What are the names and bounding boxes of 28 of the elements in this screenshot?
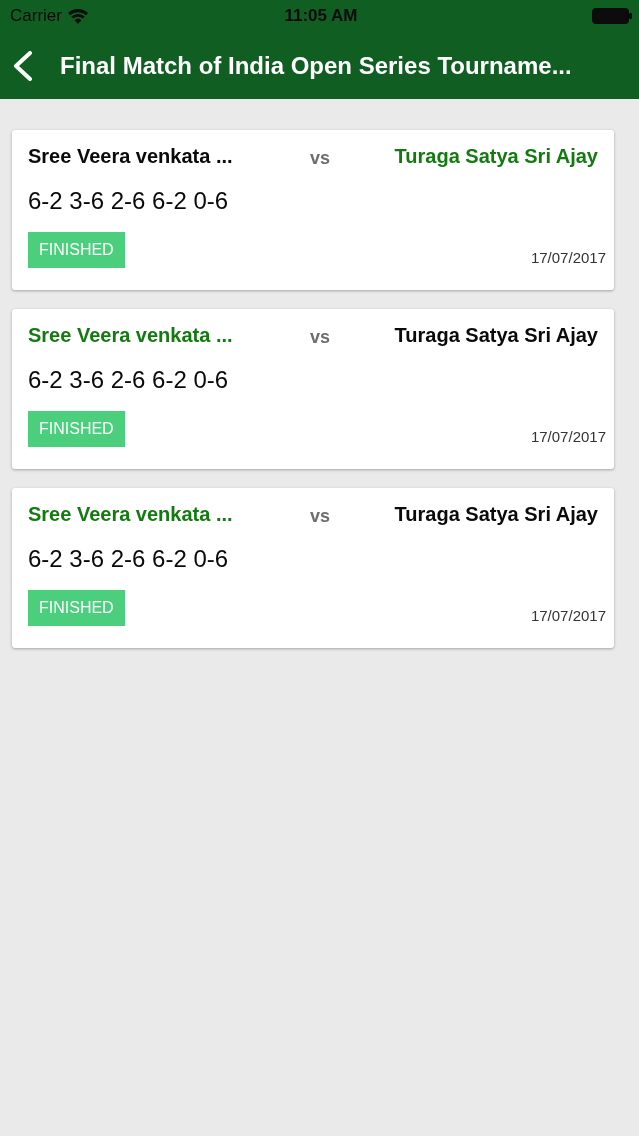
player-name: Sree Veera venkata ... [28, 323, 233, 347]
status-badge: FINISHED [28, 590, 125, 626]
match-date: 17/07/2017 [530, 607, 606, 624]
carrier-name: Carrier [10, 6, 62, 26]
player-name: Turaga Satya Sri Ajay [394, 323, 598, 347]
match-date: 17/07/2017 [530, 428, 606, 445]
match-score: 6-2 3-6 2-6 6-2 0-6 [28, 366, 229, 394]
match-score: 6-2 3-6 2-6 6-2 0-6 [28, 545, 229, 573]
player-name: Turaga Satya Sri Ajay [394, 144, 598, 168]
battery-icon [592, 8, 632, 24]
versus-label: vs [310, 147, 330, 169]
match-card[interactable]: Sree Veera venkata ... vs Turaga Satya Sri Ajay 6-2 3-6 2-6 6-2 0-6 FINISHED 17/07/2017 [12, 488, 614, 648]
player-name: Sree Veera venkata ... [28, 502, 233, 526]
page-title: Final Match of India Open Series Tourname... [60, 51, 572, 80]
player-name: Sree Veera venkata ... [28, 144, 233, 168]
wifi-icon [67, 8, 88, 24]
back-chevron-icon [12, 50, 34, 81]
versus-label: vs [310, 505, 330, 527]
match-card[interactable]: Sree Veera venkata ... vs Turaga Satya Sri Ajay 6-2 3-6 2-6 6-2 0-6 FINISHED 17/07/2017 [12, 309, 614, 469]
match-score: 6-2 3-6 2-6 6-2 0-6 [28, 187, 229, 215]
status-badge: FINISHED [28, 411, 125, 447]
player-name: Turaga Satya Sri Ajay [394, 502, 598, 526]
versus-label: vs [310, 326, 330, 348]
match-date: 17/07/2017 [530, 249, 606, 266]
status-time: 11:05 AM [284, 6, 358, 26]
status-badge: FINISHED [28, 232, 125, 268]
back-button[interactable] [12, 50, 34, 81]
match-card[interactable]: Sree Veera venkata ... vs Turaga Satya Sri Ajay 6-2 3-6 2-6 6-2 0-6 FINISHED 17/07/2017 [12, 130, 614, 290]
